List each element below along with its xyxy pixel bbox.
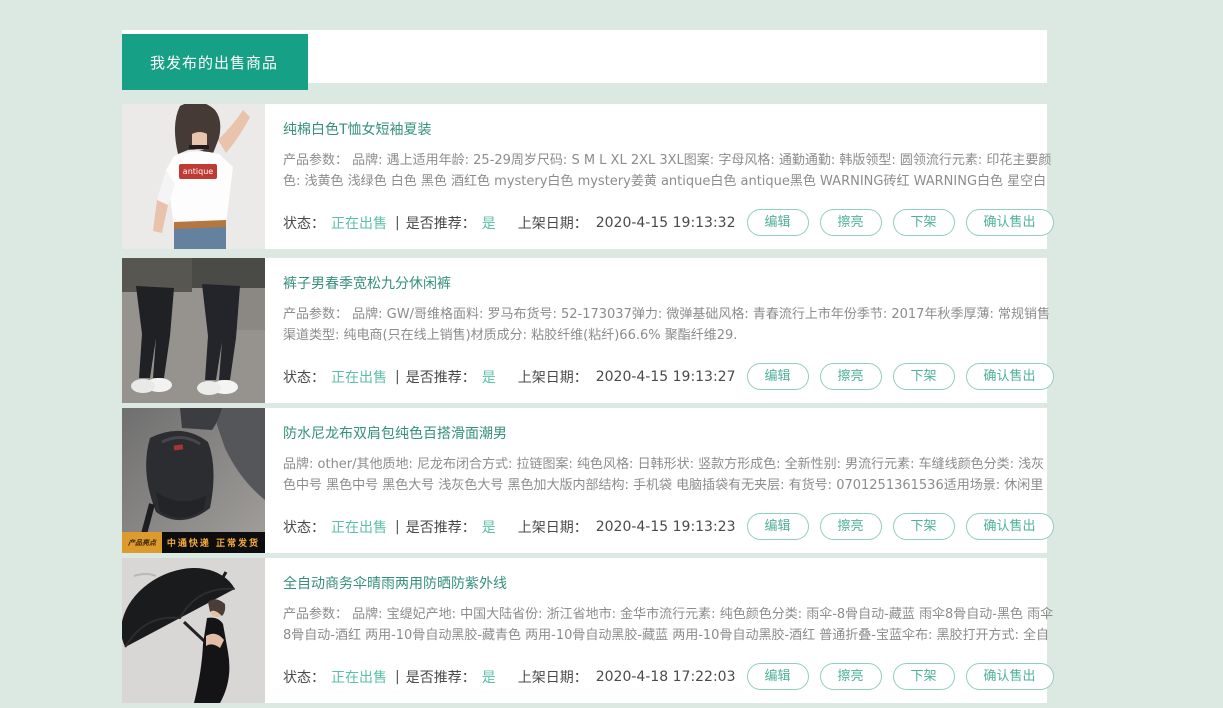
- status-value: 正在出售: [331, 213, 387, 233]
- image-badge-highlight: 产品亮点: [122, 532, 162, 553]
- listed-date: 2020-4-18 17:22:03: [596, 669, 736, 685]
- pants-photo-art: [122, 258, 265, 403]
- product-title-link[interactable]: 全自动商务伞晴雨两用防晒防紫外线: [283, 575, 507, 593]
- tshirt-logo-badge: antique: [179, 164, 217, 179]
- status-label: 状态：: [283, 367, 325, 387]
- takedown-button[interactable]: 下架: [893, 663, 955, 690]
- product-title-link[interactable]: 纯棉白色T恤女短袖夏装: [283, 121, 432, 139]
- product-content: 裤子男春季宽松九分休闲裤 产品参数： 品牌: GW/哥维格面料: 罗马布货号: …: [265, 258, 1081, 403]
- polish-button[interactable]: 擦亮: [820, 209, 882, 236]
- recommend-value: 是: [482, 367, 496, 387]
- product-image-umbrella[interactable]: [122, 558, 265, 703]
- meta-separator: |: [395, 669, 400, 685]
- meta-separator: |: [395, 215, 400, 231]
- listed-date: 2020-4-15 19:13:27: [596, 369, 736, 385]
- product-meta-row: 状态： 正在出售 | 是否推荐： 是 上架日期： 2020-4-15 19:13…: [283, 209, 1054, 236]
- product-content: 纯棉白色T恤女短袖夏装 产品参数： 品牌: 遇上适用年龄: 25-29周岁尺码:…: [265, 104, 1081, 249]
- confirm-sold-button[interactable]: 确认售出: [966, 363, 1054, 390]
- status-label: 状态：: [283, 213, 325, 233]
- meta-separator: |: [395, 519, 400, 535]
- date-label: 上架日期：: [518, 367, 588, 387]
- meta-separator: |: [395, 369, 400, 385]
- takedown-button[interactable]: 下架: [893, 363, 955, 390]
- product-card: 产品亮点 中通快递 正常发货 防水尼龙布双肩包纯色百搭滑面潮男 品牌: othe…: [122, 408, 1047, 553]
- status-label: 状态：: [283, 667, 325, 687]
- product-title-link[interactable]: 裤子男春季宽松九分休闲裤: [283, 275, 451, 293]
- product-params: 品牌: other/其他质地: 尼龙布闭合方式: 拉链图案: 纯色风格: 日韩形…: [283, 454, 1054, 496]
- status-label: 状态：: [283, 517, 325, 537]
- product-card: 全自动商务伞晴雨两用防晒防紫外线 产品参数： 品牌: 宝缇妃产地: 中国大陆省份…: [122, 558, 1047, 703]
- product-image-tshirt[interactable]: antique: [122, 104, 265, 249]
- status-value: 正在出售: [331, 667, 387, 687]
- polish-button[interactable]: 擦亮: [820, 513, 882, 540]
- confirm-sold-button[interactable]: 确认售出: [966, 209, 1054, 236]
- listed-date: 2020-4-15 19:13:23: [596, 519, 736, 535]
- image-badge-shipping: 中通快递 正常发货: [162, 532, 265, 553]
- product-params: 产品参数： 品牌: 宝缇妃产地: 中国大陆省份: 浙江省地市: 金华市流行元素:…: [283, 604, 1054, 646]
- product-meta-row: 状态： 正在出售 | 是否推荐： 是 上架日期： 2020-4-15 19:13…: [283, 363, 1054, 390]
- product-card: antique 纯棉白色T恤女短袖夏装 产品参数： 品牌: 遇上适用年龄: 25…: [122, 104, 1047, 249]
- edit-button[interactable]: 编辑: [747, 513, 809, 540]
- date-label: 上架日期：: [518, 667, 588, 687]
- image-badge-row: 产品亮点 中通快递 正常发货: [122, 532, 265, 553]
- date-label: 上架日期：: [518, 517, 588, 537]
- action-buttons: 编辑 擦亮 下架 确认售出: [736, 363, 1054, 390]
- status-value: 正在出售: [331, 517, 387, 537]
- recommend-label: 是否推荐：: [406, 213, 476, 233]
- edit-button[interactable]: 编辑: [747, 209, 809, 236]
- confirm-sold-button[interactable]: 确认售出: [966, 663, 1054, 690]
- tshirt-logo-text: antique: [183, 167, 213, 176]
- product-card: 裤子男春季宽松九分休闲裤 产品参数： 品牌: GW/哥维格面料: 罗马布货号: …: [122, 258, 1047, 403]
- product-params: 产品参数： 品牌: 遇上适用年龄: 25-29周岁尺码: S M L XL 2X…: [283, 150, 1054, 192]
- polish-button[interactable]: 擦亮: [820, 663, 882, 690]
- date-label: 上架日期：: [518, 213, 588, 233]
- recommend-value: 是: [482, 213, 496, 233]
- product-meta-row: 状态： 正在出售 | 是否推荐： 是 上架日期： 2020-4-15 19:13…: [283, 513, 1054, 540]
- recommend-label: 是否推荐：: [406, 367, 476, 387]
- edit-button[interactable]: 编辑: [747, 363, 809, 390]
- product-meta-row: 状态： 正在出售 | 是否推荐： 是 上架日期： 2020-4-18 17:22…: [283, 663, 1054, 690]
- edit-button[interactable]: 编辑: [747, 663, 809, 690]
- page-title: 我发布的出售商品: [150, 52, 278, 73]
- listed-date: 2020-4-15 19:13:32: [596, 215, 736, 231]
- product-params: 产品参数： 品牌: GW/哥维格面料: 罗马布货号: 52-173037弹力: …: [283, 304, 1054, 346]
- recommend-label: 是否推荐：: [406, 667, 476, 687]
- action-buttons: 编辑 擦亮 下架 确认售出: [736, 209, 1054, 236]
- takedown-button[interactable]: 下架: [893, 209, 955, 236]
- takedown-button[interactable]: 下架: [893, 513, 955, 540]
- action-buttons: 编辑 擦亮 下架 确认售出: [736, 663, 1054, 690]
- product-image-backpack[interactable]: 产品亮点 中通快递 正常发货: [122, 408, 265, 553]
- product-content: 全自动商务伞晴雨两用防晒防紫外线 产品参数： 品牌: 宝缇妃产地: 中国大陆省份…: [265, 558, 1081, 703]
- tab-my-published-products[interactable]: 我发布的出售商品: [122, 34, 308, 90]
- product-title-link[interactable]: 防水尼龙布双肩包纯色百搭滑面潮男: [283, 425, 507, 443]
- confirm-sold-button[interactable]: 确认售出: [966, 513, 1054, 540]
- product-image-pants[interactable]: [122, 258, 265, 403]
- recommend-value: 是: [482, 667, 496, 687]
- umbrella-photo-art: [122, 558, 265, 703]
- polish-button[interactable]: 擦亮: [820, 363, 882, 390]
- recommend-label: 是否推荐：: [406, 517, 476, 537]
- action-buttons: 编辑 擦亮 下架 确认售出: [736, 513, 1054, 540]
- recommend-value: 是: [482, 517, 496, 537]
- status-value: 正在出售: [331, 367, 387, 387]
- product-content: 防水尼龙布双肩包纯色百搭滑面潮男 品牌: other/其他质地: 尼龙布闭合方式…: [265, 408, 1081, 553]
